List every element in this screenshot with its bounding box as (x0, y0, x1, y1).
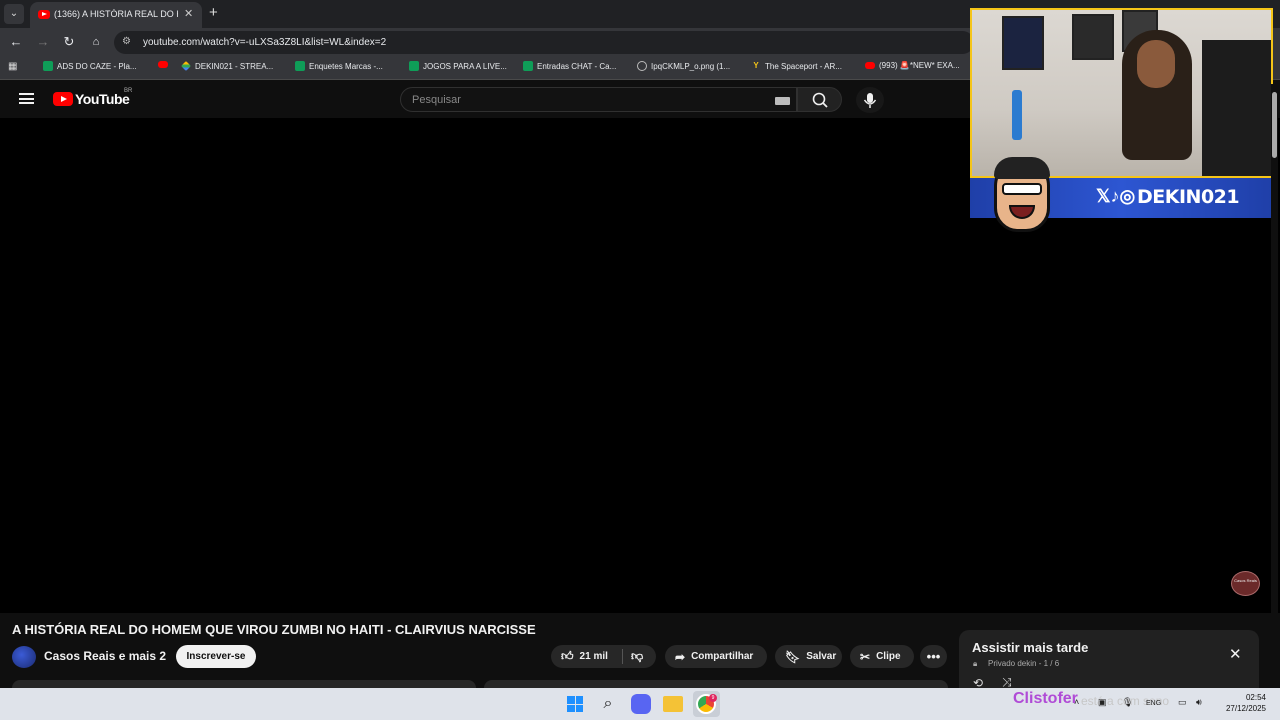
channel-avatar[interactable] (12, 646, 36, 668)
description-box[interactable] (12, 680, 476, 688)
hamburger-menu-icon[interactable] (19, 93, 34, 104)
thumbs-down-icon[interactable]: 👎︎ (631, 649, 643, 664)
lock-icon: 🔒︎ (973, 659, 978, 668)
home-icon[interactable]: ⌂ (88, 34, 104, 50)
comments-box[interactable] (484, 680, 948, 688)
search-button[interactable] (797, 87, 842, 112)
clock-date[interactable]: 27/12/2025 (1220, 704, 1266, 713)
bookmark-item[interactable]: ADS DO CAZE - Pla... (43, 61, 137, 71)
tray-mic-icon[interactable]: 🎙︎ (1122, 697, 1133, 708)
thumbs-up-icon: 👍︎ (561, 649, 574, 663)
page-scrollbar[interactable] (1271, 84, 1278, 688)
close-icon[interactable]: ✕ (1229, 645, 1242, 663)
tab-search-button[interactable]: ⌄ (4, 4, 24, 24)
active-tab[interactable]: (1366) A HISTÓRIA REAL DO HO ✕ (30, 2, 202, 28)
scissors-icon: ✂ (860, 649, 871, 664)
spaceport-icon: Y (753, 61, 759, 70)
like-count: 21 mil (579, 651, 608, 662)
sheets-icon (295, 61, 305, 71)
bookmark-item[interactable]: Enquetes Marcas -... (295, 61, 383, 71)
bookmark-item[interactable]: (993) 🚨*NEW* EXA... (865, 61, 960, 70)
globe-icon (637, 61, 647, 71)
reload-icon[interactable]: ↻ (61, 34, 77, 50)
channel-watermark[interactable]: Casos Reais (1231, 571, 1260, 596)
bookmark-item[interactable]: DEKIN021 - STREA... (181, 61, 273, 71)
bookmark-item[interactable] (158, 61, 168, 68)
poster-image (1072, 14, 1114, 60)
country-code: BR (124, 88, 133, 94)
search-icon (812, 92, 828, 108)
bookmark-item[interactable]: IpqCKMLP_o.png (1... (637, 61, 730, 71)
bookmark-icon: 🔖︎ (785, 649, 801, 664)
poster-image (1002, 16, 1044, 70)
bookmark-item[interactable]: Entradas CHAT - Ca... (523, 61, 616, 71)
youtube-icon (865, 62, 875, 69)
back-arrow-icon[interactable]: ← (8, 34, 24, 50)
stream-overlay-name: Clistofer (1013, 690, 1078, 707)
bookmark-item[interactable]: JOGOS PARA A LIVE... (409, 61, 507, 71)
windows-start-icon[interactable] (565, 694, 585, 714)
voice-search-button[interactable] (856, 87, 884, 113)
more-actions-button[interactable]: ••• (920, 645, 947, 668)
youtube-icon (158, 61, 168, 68)
sheets-icon (409, 61, 419, 71)
url-text: youtube.com/watch?v=-uLXSa3Z8LI&list=WL&… (143, 37, 387, 48)
language-indicator[interactable]: ENG (1146, 700, 1161, 707)
site-info-icon[interactable]: ⚙ (122, 36, 131, 47)
tray-app-icon[interactable]: ▣ (1098, 697, 1107, 708)
streamer-handle: DEKIN021 (1137, 186, 1240, 208)
forward-arrow-icon[interactable]: → (35, 34, 51, 50)
microphone-icon (863, 93, 877, 108)
save-button[interactable]: 🔖︎ Salvar (775, 645, 842, 668)
playlist-title[interactable]: Assistir mais tarde (972, 640, 1088, 655)
video-title: A HISTÓRIA REAL DO HOMEM QUE VIROU ZUMBI… (12, 622, 536, 637)
search-icon[interactable]: ⌕ (598, 694, 618, 714)
sheets-icon (523, 61, 533, 71)
network-icon[interactable]: ▭ (1178, 697, 1187, 708)
clock-time[interactable]: 02:54 (1226, 693, 1266, 702)
youtube-favicon-icon (38, 10, 50, 19)
playlist-meta: Privado dekin - 1 / 6 (988, 659, 1060, 668)
new-tab-button[interactable]: + (209, 5, 218, 21)
volume-icon[interactable]: 🔊︎ (1196, 697, 1202, 708)
subscribe-button[interactable]: Inscrever-se (176, 645, 256, 668)
scrollbar-thumb[interactable] (1272, 92, 1277, 158)
youtube-play-icon (53, 92, 73, 106)
tab-close-icon[interactable]: ✕ (184, 7, 193, 20)
tray-chevron-icon[interactable]: ˄ (1074, 697, 1079, 707)
webcam-feed (970, 8, 1273, 178)
streamer-webcam-overlay: 𝕏♪◎ DEKIN021 (970, 8, 1273, 232)
apps-grid-icon[interactable]: ▦ (8, 61, 17, 72)
bookmark-item[interactable]: Y The Spaceport - AR... (751, 61, 842, 71)
chair (1202, 40, 1271, 176)
youtube-logo[interactable]: YouTube BR (53, 88, 132, 107)
water-bottle (1012, 90, 1022, 140)
drive-icon (181, 61, 191, 71)
like-button[interactable]: 👍︎ 21 mil 👎︎ (551, 645, 656, 668)
address-bar[interactable]: ⚙ youtube.com/watch?v=-uLXSa3Z8LI&list=W… (114, 31, 974, 54)
channel-name[interactable]: Casos Reais e mais 2 (44, 649, 166, 663)
share-arrow-icon: ➦ (675, 649, 686, 664)
cartoon-avatar (994, 157, 1050, 232)
tab-title: (1366) A HISTÓRIA REAL DO HO (54, 9, 178, 19)
sheets-icon (43, 61, 53, 71)
keyboard-icon[interactable] (775, 97, 790, 105)
discord-icon[interactable] (631, 694, 651, 714)
notification-badge: 9 (709, 694, 717, 702)
share-button[interactable]: ➦ Compartilhar (665, 645, 767, 668)
search-placeholder: Pesquisar (412, 94, 461, 106)
streamer-face (1137, 40, 1175, 88)
search-input[interactable]: Pesquisar (400, 87, 797, 112)
social-icons: 𝕏♪◎ (1096, 186, 1136, 206)
playlist-panel: Assistir mais tarde 🔒︎ Privado dekin - 1… (959, 630, 1259, 690)
clip-button[interactable]: ✂ Clipe (850, 645, 914, 668)
file-explorer-icon[interactable] (663, 696, 683, 712)
